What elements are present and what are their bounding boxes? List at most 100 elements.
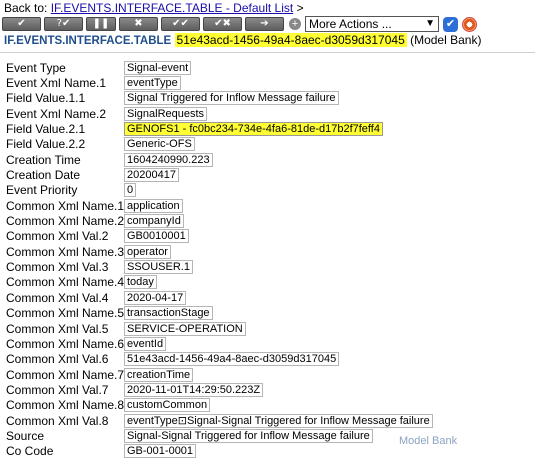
field-value: 2020-11-01T14:29:50.223Z bbox=[124, 382, 264, 397]
field-row: Common Xml Name.2 companyId bbox=[6, 213, 433, 229]
authorise-button[interactable]: ✔✔ bbox=[161, 17, 200, 31]
field-label: Common Xml Val.6 bbox=[6, 352, 109, 367]
delete-button[interactable]: ✖ bbox=[119, 17, 158, 31]
field-value: Generic-OFS bbox=[124, 137, 195, 152]
field-row: Common Xml Val.7 2020-11-01T14:29:50.223Z bbox=[6, 382, 433, 397]
field-row: Common Xml Name.5 transactionStage bbox=[6, 306, 433, 321]
field-value: 1604240990.223 bbox=[124, 152, 213, 167]
field-label: Common Xml Name.2 bbox=[6, 214, 125, 229]
field-row: Event Priority 0 bbox=[6, 183, 433, 198]
field-value: eventType⊡Signal-Signal Triggered for In… bbox=[124, 413, 433, 428]
field-row: Common Xml Name.6 eventId bbox=[6, 336, 433, 351]
record-header: IF.EVENTS.INTERFACE.TABLE 51e43acd-1456-… bbox=[4, 32, 481, 48]
field-row: Common Xml Val.3 SSOUSER.1 bbox=[6, 259, 433, 275]
help-lifebuoy-icon[interactable] bbox=[462, 16, 477, 32]
field-row: Co Code GB-001-0001 bbox=[6, 444, 433, 459]
field-label: Common Xml Val.4 bbox=[6, 290, 109, 305]
field-label: Event Xml Name.1 bbox=[6, 76, 107, 91]
field-label: Common Xml Name.8 bbox=[6, 398, 125, 413]
field-row: Common Xml Name.1 application bbox=[6, 198, 433, 213]
field-row: Event Xml Name.2 SignalRequests bbox=[6, 106, 433, 121]
next-button[interactable]: ➔ bbox=[245, 17, 284, 31]
field-value: 2020-04-17 bbox=[124, 290, 187, 305]
field-row: Field Value.2.2 Generic-OFS bbox=[6, 137, 433, 152]
field-label: Common Xml Name.4 bbox=[6, 275, 125, 290]
field-label: Field Value.2.2 bbox=[6, 137, 86, 152]
field-label: Creation Date bbox=[6, 168, 81, 183]
validate-button[interactable]: ?✔ bbox=[44, 17, 83, 31]
field-label: Common Xml Val.3 bbox=[6, 260, 109, 275]
brand-footer: Model Bank bbox=[399, 435, 458, 447]
field-row: Common Xml Val.2 GB0010001 bbox=[6, 229, 433, 244]
field-label: Field Value.1.1 bbox=[6, 91, 86, 106]
field-label: Common Xml Val.2 bbox=[6, 229, 109, 244]
field-value: GB0010001 bbox=[124, 229, 189, 244]
field-value: eventId bbox=[124, 336, 167, 351]
back-prefix: Back to: bbox=[4, 1, 48, 15]
field-label: Common Xml Val.5 bbox=[6, 321, 109, 336]
field-row: Field Value.1.1 Signal Triggered for Infl… bbox=[6, 91, 433, 106]
field-value: operator bbox=[124, 244, 171, 259]
field-label: Common Xml Name.7 bbox=[6, 367, 125, 382]
field-label: Creation Time bbox=[6, 152, 81, 167]
divider bbox=[0, 52, 535, 53]
more-actions-label: More Actions ... bbox=[309, 17, 392, 31]
field-value: companyId bbox=[124, 214, 184, 229]
commit-button[interactable]: ✔ bbox=[2, 17, 41, 31]
go-icon[interactable]: ✔ bbox=[443, 16, 458, 32]
field-row: Event Type Signal-event bbox=[6, 60, 433, 75]
hold-button[interactable]: ❚❚ bbox=[86, 17, 116, 31]
field-row: Creation Date 20200417 bbox=[6, 167, 433, 183]
field-row: Creation Time 1604240990.223 bbox=[6, 152, 433, 167]
field-label: Common Xml Val.7 bbox=[6, 382, 109, 397]
field-row: Common Xml Val.6 51e43acd-1456-49a4-8aec-… bbox=[6, 352, 433, 367]
field-value-highlighted: GENOFS1 - fc0bc234-734e-4fa6-81de-d17b2f… bbox=[124, 122, 383, 137]
field-value: transactionStage bbox=[124, 306, 213, 321]
field-label: Common Xml Name.6 bbox=[6, 336, 125, 351]
field-label: Field Value.2.1 bbox=[6, 122, 86, 137]
field-value: Signal-event bbox=[124, 60, 192, 75]
field-label: Event Xml Name.2 bbox=[6, 106, 107, 121]
field-label: Source bbox=[6, 428, 45, 443]
more-actions-select[interactable]: More Actions ... ▼ bbox=[305, 16, 439, 32]
field-row: Common Xml Name.7 creationTime bbox=[6, 367, 433, 382]
back-suffix: > bbox=[296, 1, 304, 15]
breadcrumb: Back to: IF.EVENTS.INTERFACE.TABLE - Def… bbox=[4, 1, 304, 15]
field-value: creationTime bbox=[124, 367, 194, 382]
company-name: (Model Bank) bbox=[410, 33, 482, 47]
field-row: Event Xml Name.1 eventType bbox=[6, 75, 433, 91]
field-row: Common Xml Val.4 2020-04-17 bbox=[6, 290, 433, 305]
back-link[interactable]: IF.EVENTS.INTERFACE.TABLE - Default List bbox=[51, 1, 294, 15]
field-value: 20200417 bbox=[124, 168, 179, 183]
field-value: GB-001-0001 bbox=[124, 444, 197, 459]
field-value: SignalRequests bbox=[124, 106, 208, 121]
table-name: IF.EVENTS.INTERFACE.TABLE bbox=[4, 35, 172, 47]
field-value: 51e43acd-1456-49a4-8aec-d3059d317045 bbox=[124, 352, 340, 367]
field-value: SERVICE-OPERATION bbox=[124, 321, 246, 336]
toolbar: ✔ ?✔ ❚❚ ✖ ✔✔ ✔✖ ➔ + More Actions ... ▼ ✔ bbox=[2, 15, 477, 33]
record-id: 51e43acd-1456-49a4-8aec-d3059d317045 bbox=[174, 33, 407, 47]
plus-icon[interactable]: + bbox=[289, 18, 301, 30]
record-fields: Event Type Signal-event Event Xml Name.1 e… bbox=[6, 60, 433, 459]
field-row: Common Xml Val.8 eventType⊡Signal-Signal … bbox=[6, 413, 433, 428]
field-label: Common Xml Name.5 bbox=[6, 306, 125, 321]
field-row: Common Xml Name.8 customCommon bbox=[6, 398, 433, 413]
field-row: Common Xml Name.4 today bbox=[6, 275, 433, 290]
field-label: Event Priority bbox=[6, 183, 78, 198]
field-label: Common Xml Name.3 bbox=[6, 244, 125, 259]
field-value: Signal Triggered for Inflow Message fail… bbox=[124, 91, 339, 106]
field-value: SSOUSER.1 bbox=[124, 260, 193, 275]
field-value: Signal-Signal Triggered for Inflow Messa… bbox=[124, 428, 373, 443]
field-row: Source Signal-Signal Triggered for Inflow… bbox=[6, 428, 433, 443]
field-row: Common Xml Name.3 operator bbox=[6, 244, 433, 259]
field-row: Common Xml Val.5 SERVICE-OPERATION bbox=[6, 321, 433, 336]
field-label: Event Type bbox=[6, 60, 66, 75]
reverse-button[interactable]: ✔✖ bbox=[203, 17, 242, 31]
field-value: application bbox=[124, 198, 183, 213]
field-value: 0 bbox=[124, 183, 137, 198]
field-label: Common Xml Val.8 bbox=[6, 413, 109, 428]
field-value: customCommon bbox=[124, 398, 211, 413]
field-label: Co Code bbox=[6, 444, 54, 459]
field-label: Common Xml Name.1 bbox=[6, 198, 125, 213]
chevron-down-icon: ▼ bbox=[425, 18, 435, 29]
